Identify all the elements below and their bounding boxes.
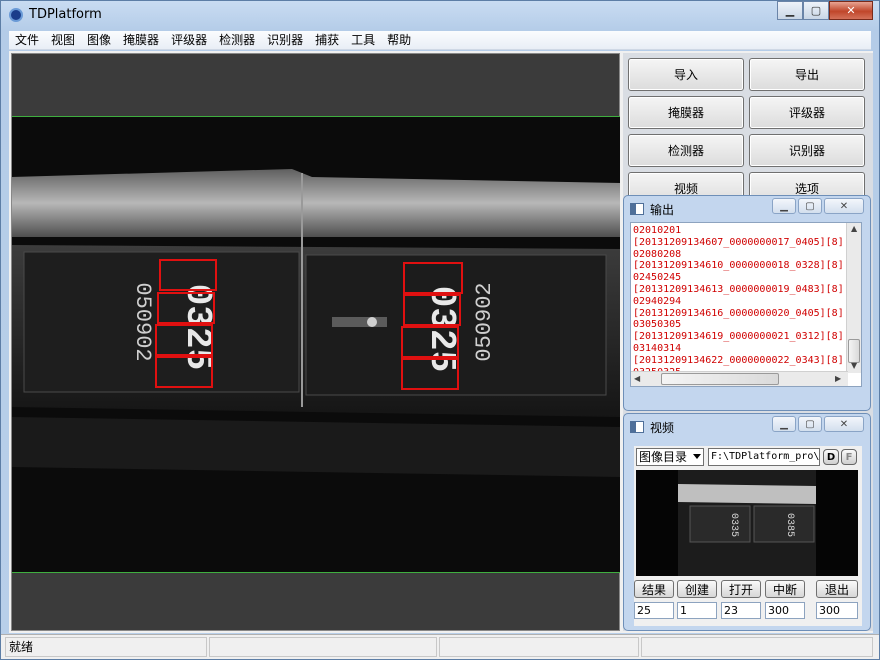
menu-recognizer[interactable]: 识别器 <box>261 31 309 50</box>
result-button[interactable]: 结果 <box>634 580 674 598</box>
close-icon[interactable]: ✕ <box>829 1 873 20</box>
main-window: TDPlatform ▁ ▢ ✕ 文件 视图 图像 掩膜器 评级器 检测器 识别… <box>0 0 880 660</box>
image-viewer[interactable]: 050902 050902 0325 0325 <box>11 53 620 631</box>
status-bar: 就绪 <box>1 634 879 659</box>
maximize-icon[interactable]: ▢ <box>798 198 822 214</box>
menu-file[interactable]: 文件 <box>9 31 45 50</box>
window-icon <box>630 421 644 433</box>
status-pane-2 <box>209 637 437 657</box>
export-button[interactable]: 导出 <box>749 58 865 91</box>
output-title: 输出 <box>650 202 675 217</box>
scroll-right-icon[interactable]: ▶ <box>835 374 841 383</box>
close-icon[interactable]: ✕ <box>824 198 864 214</box>
output-lines: 02010201 [20131209134607_0000000017_0405… <box>633 225 847 378</box>
source-select-value: 图像目录 <box>639 450 688 464</box>
maximize-icon[interactable]: ▢ <box>798 416 822 432</box>
output-horizontal-scrollbar[interactable]: ◀ ▶ <box>631 371 848 386</box>
video-caption-buttons: ▁ ▢ ✕ <box>772 416 864 432</box>
chevron-down-icon <box>693 454 701 459</box>
output-line: 03140314 <box>633 342 682 354</box>
output-line: 02010201 <box>633 225 682 236</box>
import-button[interactable]: 导入 <box>628 58 744 91</box>
open-button[interactable]: 打开 <box>721 580 761 598</box>
output-list[interactable]: 02010201 [20131209134607_0000000017_0405… <box>630 222 862 387</box>
menu-view[interactable]: 视图 <box>45 31 81 50</box>
video-title: 视频 <box>650 420 675 435</box>
output-line: [20131209134613_0000000019_0483][8] <box>633 283 844 295</box>
path-input[interactable]: F:\TDPlatform_pro\ <box>708 448 820 466</box>
exit-button[interactable]: 退出 <box>816 580 858 598</box>
caption-buttons: ▁ ▢ ✕ <box>777 1 873 21</box>
client-area: 050902 050902 0325 0325 导入 导出 掩膜器 评级器 检测… <box>9 51 873 633</box>
abort-button[interactable]: 中断 <box>765 580 805 598</box>
title-bar[interactable]: TDPlatform ▁ ▢ ✕ <box>1 1 879 29</box>
create-button[interactable]: 创建 <box>677 580 717 598</box>
param-field-3[interactable]: 23 <box>721 602 761 619</box>
output-line: [20131209134607_0000000017_0405][8] <box>633 236 844 248</box>
param-field-1[interactable]: 25 <box>634 602 674 619</box>
recognizer-button[interactable]: 识别器 <box>749 134 865 167</box>
menu-capture[interactable]: 捕获 <box>309 31 345 50</box>
masker-button[interactable]: 掩膜器 <box>628 96 744 129</box>
menu-tools[interactable]: 工具 <box>345 31 381 50</box>
scroll-down-icon[interactable]: ▼ <box>851 361 857 370</box>
menu-bar: 文件 视图 图像 掩膜器 评级器 检测器 识别器 捕获 工具 帮助 <box>9 31 871 50</box>
output-title-bar[interactable]: 输出 <box>630 200 674 218</box>
window-title: TDPlatform <box>29 7 102 22</box>
minimize-icon[interactable]: ▁ <box>777 1 803 20</box>
slot-highlight <box>332 317 387 327</box>
left-code-text: 050902 <box>130 282 155 361</box>
output-line: [20131209134616_0000000020_0405][8] <box>633 307 844 319</box>
video-title-bar[interactable]: 视频 <box>630 418 674 436</box>
f-button[interactable]: F <box>841 449 857 465</box>
output-vertical-scrollbar[interactable]: ▲ ▼ <box>846 223 861 373</box>
output-line: 02080208 <box>633 248 682 260</box>
menu-detector[interactable]: 检测器 <box>213 31 261 50</box>
camera-frame: 050902 050902 0325 0325 <box>12 116 620 573</box>
d-button[interactable]: D <box>823 449 839 465</box>
scroll-left-icon[interactable]: ◀ <box>634 374 640 383</box>
video-body: 图像目录 F:\TDPlatform_pro\ D F 0335 0385 结果… <box>634 446 862 626</box>
output-line: 02940294 <box>633 295 682 307</box>
output-line: [20131209134619_0000000021_0312][8] <box>633 331 844 343</box>
scroll-thumb[interactable] <box>661 373 779 385</box>
preview-image: 0335 0385 <box>636 470 858 576</box>
pin-highlight <box>367 317 377 327</box>
menu-grader[interactable]: 评级器 <box>165 31 213 50</box>
preview-right-digits: 0385 <box>784 513 795 537</box>
source-select[interactable]: 图像目录 <box>636 448 704 466</box>
app-logo-icon <box>9 8 23 22</box>
scroll-up-icon[interactable]: ▲ <box>851 224 857 233</box>
detector-button[interactable]: 检测器 <box>628 134 744 167</box>
preview-left-digits: 0335 <box>728 513 739 537</box>
status-text: 就绪 <box>5 637 207 657</box>
output-caption-buttons: ▁ ▢ ✕ <box>772 198 864 214</box>
scroll-thumb[interactable] <box>848 339 860 363</box>
grader-button[interactable]: 评级器 <box>749 96 865 129</box>
param-field-5[interactable]: 300 <box>816 602 858 619</box>
video-window: 视频 ▁ ▢ ✕ 图像目录 F:\TDPlatform_pro\ D F 033… <box>623 413 871 631</box>
minimize-icon[interactable]: ▁ <box>772 198 796 214</box>
video-preview: 0335 0385 <box>636 470 858 576</box>
minimize-icon[interactable]: ▁ <box>772 416 796 432</box>
output-window: 输出 ▁ ▢ ✕ 02010201 [20131209134607_000000… <box>623 195 871 411</box>
output-line: 02450245 <box>633 272 682 284</box>
status-pane-4 <box>641 637 873 657</box>
menu-help[interactable]: 帮助 <box>381 31 417 50</box>
maximize-icon[interactable]: ▢ <box>803 1 829 20</box>
menu-image[interactable]: 图像 <box>81 31 117 50</box>
output-line: 03050305 <box>633 319 682 331</box>
camera-image: 050902 050902 0325 0325 <box>12 117 620 572</box>
menu-masker[interactable]: 掩膜器 <box>117 31 165 50</box>
lower-shadow <box>12 417 620 477</box>
status-pane-3 <box>439 637 639 657</box>
param-field-4[interactable]: 300 <box>765 602 805 619</box>
close-icon[interactable]: ✕ <box>824 416 864 432</box>
output-line: [20131209134610_0000000018_0328][8] <box>633 260 844 272</box>
output-line: [20131209134622_0000000022_0343][8] <box>633 354 844 366</box>
right-code-text: 050902 <box>472 282 497 361</box>
param-field-2[interactable]: 1 <box>677 602 717 619</box>
window-icon <box>630 203 644 215</box>
